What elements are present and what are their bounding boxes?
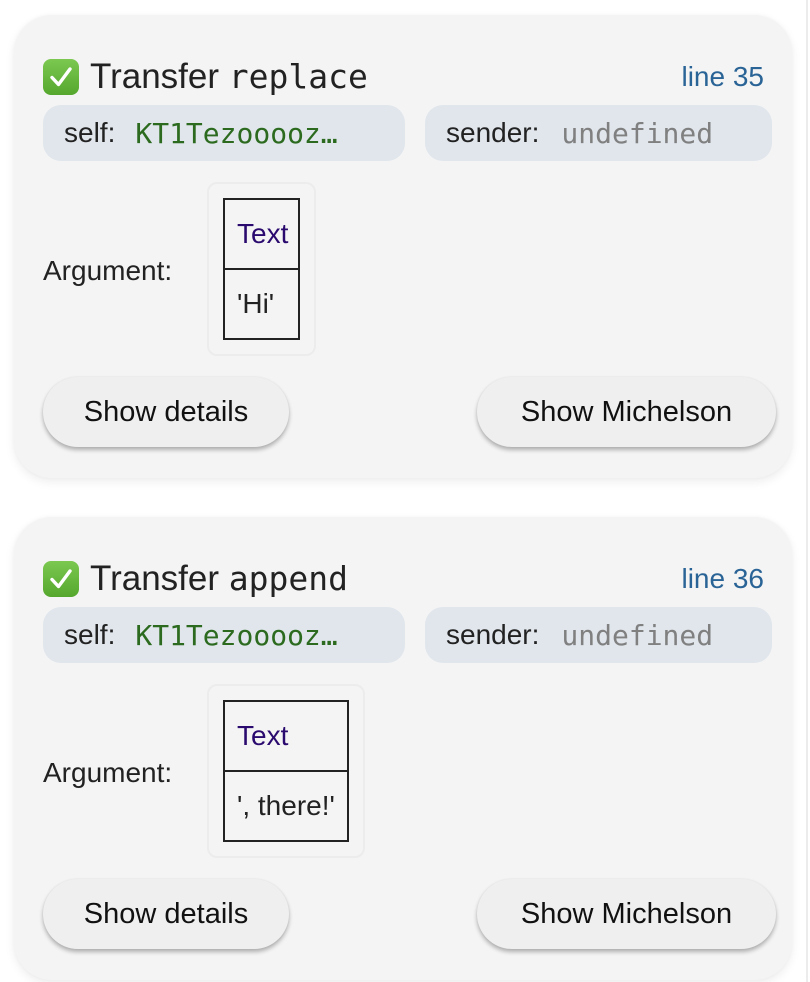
- self-label: self:: [64, 117, 116, 148]
- show-details-button[interactable]: Show details: [43, 377, 289, 447]
- self-address-pill: self: KT1Tezooooz…: [43, 607, 405, 663]
- self-address-pill: self: KT1Tezooooz…: [43, 105, 405, 161]
- operation-header: Transfer append line 36: [43, 557, 764, 601]
- argument-value: ', there!': [223, 770, 349, 842]
- show-michelson-button[interactable]: Show Michelson: [477, 879, 776, 949]
- argument-label: Argument:: [43, 757, 173, 788]
- check-mark-button-icon: [43, 59, 79, 95]
- operation-card: Transfer append line 36 self: KT1Tezoooo…: [14, 517, 792, 980]
- argument-type: Text: [223, 700, 349, 772]
- argument-box: Text 'Hi': [207, 182, 317, 356]
- entrypoint-name: append: [228, 559, 348, 598]
- self-address-value: KT1Tezooooz…: [135, 116, 338, 150]
- scrollbar-track[interactable]: [806, 0, 808, 982]
- entrypoint-name: replace: [228, 57, 368, 96]
- sender-value: undefined: [561, 116, 714, 150]
- argument-value: 'Hi': [222, 268, 301, 340]
- sender-pill: sender: undefined: [425, 105, 772, 161]
- argument-table: Text 'Hi': [222, 198, 301, 340]
- page: Transfer replace line 35 self: KT1Tezooo…: [0, 0, 810, 982]
- sender-label: sender:: [446, 619, 540, 650]
- operation-title: Transfer append: [90, 557, 348, 601]
- operation-header: Transfer replace line 35: [43, 55, 764, 99]
- source-line-link[interactable]: line 36: [681, 559, 764, 599]
- show-details-button[interactable]: Show details: [43, 879, 289, 949]
- argument-label: Argument:: [43, 255, 173, 286]
- sender-label: sender:: [446, 117, 540, 148]
- show-michelson-button[interactable]: Show Michelson: [477, 377, 776, 447]
- operation-title: Transfer replace: [90, 55, 368, 99]
- argument-type: Text: [222, 198, 301, 270]
- argument-table: Text ', there!': [223, 700, 349, 842]
- argument-box: Text ', there!': [207, 684, 365, 858]
- operation-kind: Transfer: [90, 57, 220, 96]
- check-mark-button-icon: [43, 561, 79, 597]
- self-label: self:: [64, 619, 116, 650]
- sender-value: undefined: [561, 618, 714, 652]
- operation-card: Transfer replace line 35 self: KT1Tezooo…: [14, 15, 792, 478]
- operation-kind: Transfer: [90, 559, 220, 598]
- sender-pill: sender: undefined: [425, 607, 772, 663]
- self-address-value: KT1Tezooooz…: [135, 618, 338, 652]
- source-line-link[interactable]: line 35: [681, 57, 764, 97]
